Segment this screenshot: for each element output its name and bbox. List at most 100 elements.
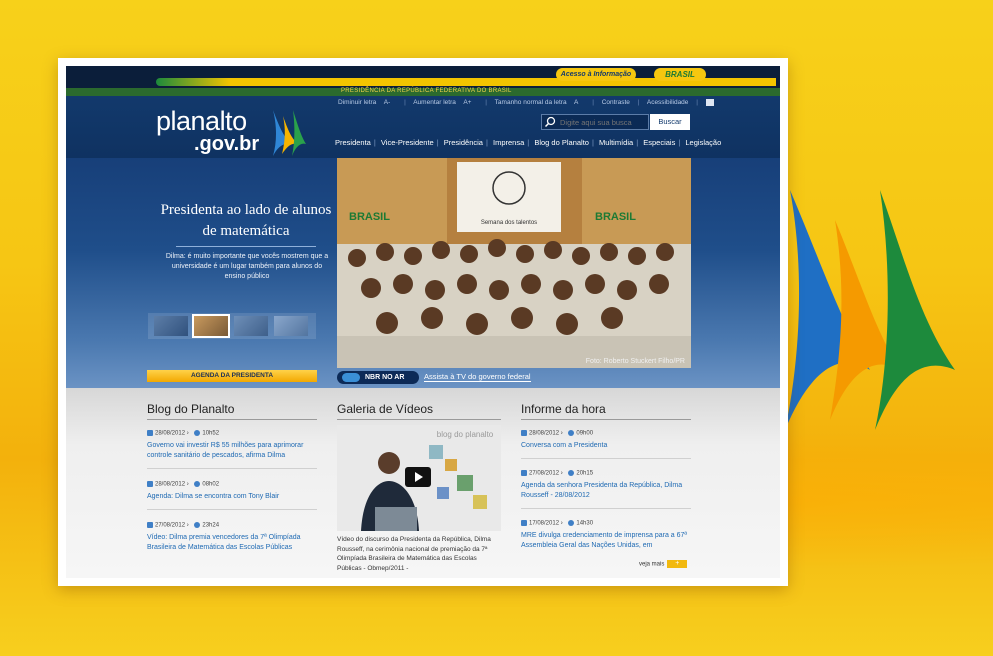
blog-item-meta: 28/08/2012 › 10h52 — [147, 430, 219, 437]
decrease-font-link[interactable]: Diminuir letra A- — [338, 99, 396, 106]
informe-title[interactable]: Informe da hora — [521, 402, 606, 416]
list-divider — [147, 509, 317, 510]
informe-item-link[interactable]: Agenda da senhora Presidenta da Repúblic… — [521, 481, 693, 501]
calendar-icon — [521, 430, 527, 436]
blog-item-link[interactable]: Governo vai investir R$ 55 milhões para … — [147, 441, 319, 461]
screenshot-frame: Acesso à Informação BRASIL PRESIDÊNCIA D… — [58, 58, 788, 586]
calendar-icon — [521, 520, 527, 526]
separator: | — [485, 138, 488, 147]
hero-thumbnail[interactable] — [234, 316, 268, 336]
site-logo[interactable]: planalto .gov.br — [156, 106, 260, 155]
calendar-icon — [147, 430, 153, 436]
separator: | — [485, 99, 487, 107]
separator: | — [592, 99, 594, 107]
separator: | — [637, 99, 640, 107]
list-divider — [147, 468, 317, 469]
nav-blog[interactable]: Blog do Planalto — [534, 138, 589, 147]
photo-banner-left: BRASIL — [349, 211, 390, 223]
brasil-logo-graphic — [785, 190, 955, 430]
video-watermark: blog do planalto — [437, 430, 494, 439]
search-input[interactable] — [541, 114, 649, 130]
nav-presidencia[interactable]: Presidência — [444, 138, 483, 147]
photo-credit: Foto: Roberto Stuckert Filho/PR — [585, 358, 685, 365]
agenda-presidenta-button[interactable]: AGENDA DA PRESIDENTA — [147, 370, 317, 382]
hero-thumbnail[interactable] — [154, 316, 188, 336]
planalto-website: Acesso à Informação BRASIL PRESIDÊNCIA D… — [66, 66, 780, 578]
nav-multimidia[interactable]: Multimídia — [599, 138, 633, 147]
separator: | — [636, 138, 639, 147]
government-bar-label: PRESIDÊNCIA DA REPÚBLICA FEDERATIVA DO B… — [341, 88, 512, 94]
search-icon — [544, 116, 556, 128]
photo-banner-right: BRASIL — [595, 211, 636, 223]
nav-vice-presidente[interactable]: Vice-Presidente — [381, 138, 434, 147]
nav-imprensa[interactable]: Imprensa — [493, 138, 524, 147]
plus-icon: + — [667, 560, 688, 568]
increase-font-link[interactable]: Aumentar letra A+ — [413, 99, 477, 106]
logo-mark-icon — [273, 110, 306, 156]
video-description: Vídeo do discurso da Presidenta da Repúb… — [337, 536, 491, 572]
logo-line-1: planalto — [156, 106, 247, 136]
calendar-icon — [147, 481, 153, 487]
hero-photo[interactable]: Semana dos talentos BRASIL BRASIL Foto: … — [337, 158, 691, 368]
calendar-icon — [521, 470, 527, 476]
separator: | — [436, 138, 439, 147]
contrast-toggle-icon[interactable] — [705, 99, 714, 106]
separator: | — [527, 138, 530, 147]
nav-especiais[interactable]: Especiais — [643, 138, 675, 147]
informe-item-meta: 27/08/2012 › 20h15 — [521, 470, 593, 477]
blog-title[interactable]: Blog do Planalto — [147, 402, 234, 416]
clock-icon — [568, 520, 575, 526]
top-bar: Acesso à Informação BRASIL — [66, 66, 780, 88]
hero-thumbnails — [148, 313, 316, 339]
photo-screen-text: Semana dos talentos — [481, 220, 537, 226]
clock-icon — [194, 430, 201, 436]
play-icon[interactable] — [405, 467, 431, 487]
acesso-informacao-link[interactable]: Acesso à Informação — [556, 68, 636, 81]
logo-line-2: .gov.br — [194, 133, 260, 155]
normal-font-link[interactable]: Tamanho normal da letra A — [495, 99, 585, 106]
informe-item-meta: 28/08/2012 › 09h00 — [521, 430, 593, 437]
main-nav: Presidenta | Vice-Presidente | Presidência… — [334, 138, 722, 147]
clock-icon — [568, 430, 575, 436]
clock-icon — [194, 481, 201, 487]
separator: | — [696, 99, 698, 107]
blog-item-meta: 27/08/2012 › 23h24 — [147, 522, 219, 529]
informe-item-link[interactable]: Conversa com a Presidenta — [521, 441, 693, 451]
veja-mais-link[interactable]: veja mais + — [639, 560, 688, 568]
videos-title-rule — [337, 419, 501, 420]
hero-divider — [176, 246, 316, 247]
hero-photo-image: Semana dos talentos BRASIL BRASIL — [337, 158, 691, 368]
hero-section: Presidenta ao lado de alunos de matemáti… — [66, 158, 780, 388]
videos-title[interactable]: Galeria de Vídeos — [337, 402, 433, 416]
contrast-link[interactable]: Contraste — [602, 99, 630, 106]
separator: | — [678, 138, 681, 147]
informe-title-rule — [521, 419, 691, 420]
nav-legislacao[interactable]: Legislação — [685, 138, 721, 147]
clock-icon — [194, 522, 201, 528]
veja-mais-label: veja mais — [639, 561, 665, 568]
list-divider — [521, 508, 691, 509]
clock-icon — [568, 470, 575, 476]
informe-item-link[interactable]: MRE divulga credenciamento de imprensa p… — [521, 531, 693, 551]
video-player[interactable]: blog do planalto — [337, 425, 501, 531]
calendar-icon — [147, 522, 153, 528]
accessibility-link[interactable]: Acessibilidade — [647, 99, 689, 106]
search-button[interactable]: Buscar — [650, 114, 690, 130]
list-divider — [521, 458, 691, 459]
hero-thumbnail[interactable] — [274, 316, 308, 336]
government-bar: PRESIDÊNCIA DA REPÚBLICA FEDERATIVA DO B… — [66, 88, 780, 96]
tv-governo-link[interactable]: Assista à TV do governo federal — [424, 372, 531, 382]
site-header: planalto .gov.br Diminuir letra A- | Aum… — [66, 96, 780, 158]
blog-item-link[interactable]: Agenda: Dilma se encontra com Tony Blair — [147, 492, 319, 502]
nbr-logo-icon — [342, 373, 360, 382]
blog-title-rule — [147, 419, 317, 420]
content-section: Blog do Planalto 28/08/2012 › 10h52 Gove… — [66, 388, 780, 578]
separator: | — [373, 138, 376, 147]
separator: | — [404, 99, 406, 107]
nav-presidenta[interactable]: Presidenta — [335, 138, 371, 147]
hero-title[interactable]: Presidenta ao lado de alunos de matemáti… — [152, 200, 340, 242]
blog-item-meta: 28/08/2012 › 08h02 — [147, 481, 219, 488]
hero-thumbnail-active[interactable] — [192, 314, 230, 338]
blog-item-link[interactable]: Vídeo: Dilma premia vencedores da 7ª Oli… — [147, 533, 319, 553]
brasil-portal-link[interactable]: BRASIL — [654, 68, 706, 81]
